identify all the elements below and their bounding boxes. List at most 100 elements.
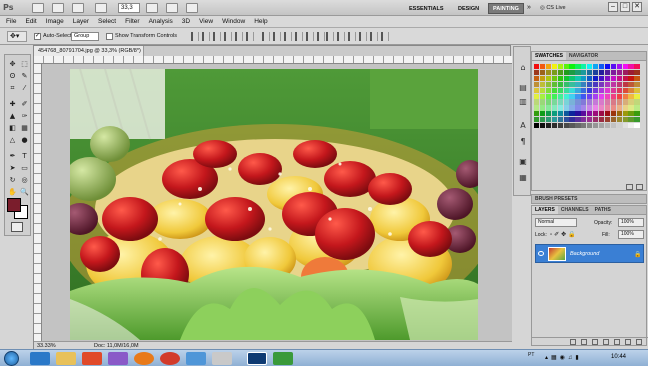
swatch-cell[interactable] <box>622 81 628 87</box>
menu-select[interactable]: Select <box>98 18 116 25</box>
swatch-cell[interactable] <box>569 105 575 111</box>
tab-channels[interactable]: CHANNELS <box>558 206 592 214</box>
swatch-cell[interactable] <box>593 105 599 111</box>
swatch-cell[interactable] <box>622 93 628 99</box>
swatch-cell[interactable] <box>598 93 605 99</box>
3d-rotate-icon[interactable]: ↻ <box>7 175 18 185</box>
swatch-cell[interactable] <box>593 87 599 93</box>
swatch-cell[interactable] <box>616 105 622 111</box>
swatch-cell[interactable] <box>557 123 563 129</box>
align-top-icon[interactable] <box>191 32 199 41</box>
brush-panel-icon[interactable]: ▤ <box>518 83 528 93</box>
new-swatch-icon[interactable] <box>626 184 633 190</box>
brush-presets-label[interactable]: BRUSH PRESETS <box>532 195 646 204</box>
swatch-cell[interactable] <box>557 64 563 70</box>
swatch-cell[interactable] <box>563 81 569 87</box>
tray-icons[interactable]: ▴▦◉♫▮ <box>545 354 582 361</box>
hand-tool-icon[interactable] <box>146 3 158 13</box>
swatch-grid[interactable] <box>534 64 640 162</box>
swatch-cell[interactable] <box>616 64 622 70</box>
swatch-cell[interactable] <box>598 69 605 76</box>
swatch-cell[interactable] <box>557 117 563 123</box>
swatch-cell[interactable] <box>610 93 616 99</box>
taskbar-media-icon[interactable] <box>82 352 102 365</box>
swatch-cell[interactable] <box>622 123 628 129</box>
type-tool-icon[interactable]: T <box>19 151 30 161</box>
swatch-cell[interactable] <box>534 105 540 111</box>
swatch-cell[interactable] <box>634 105 640 111</box>
swatch-cell[interactable] <box>545 81 552 87</box>
swatch-cell[interactable] <box>628 81 634 87</box>
gradient-tool-icon[interactable]: ▦ <box>19 123 30 133</box>
swatch-cell[interactable] <box>534 81 540 87</box>
swatch-cell[interactable] <box>610 64 616 70</box>
start-button[interactable] <box>4 351 19 366</box>
swatch-cell[interactable] <box>581 64 587 70</box>
align-h-buttons[interactable] <box>224 32 254 41</box>
swatch-cell[interactable] <box>628 123 634 129</box>
swatch-cell[interactable] <box>581 93 587 99</box>
swatch-cell[interactable] <box>557 111 563 117</box>
swatch-cell[interactable] <box>604 81 611 87</box>
crop-tool-icon[interactable]: ⌗ <box>7 83 18 93</box>
menu-analysis[interactable]: Analysis <box>149 18 173 25</box>
swatch-cell[interactable] <box>539 105 546 111</box>
swatch-cell[interactable] <box>634 64 640 70</box>
swatch-cell[interactable] <box>545 123 552 129</box>
document-tab[interactable]: 454768_80791704.jpg @ 33,3% (RGB/8*)✕ <box>34 46 144 56</box>
swatch-cell[interactable] <box>622 69 628 76</box>
swatch-cell[interactable] <box>610 87 616 93</box>
swatch-cell[interactable] <box>616 111 622 117</box>
swatch-cell[interactable] <box>593 111 599 117</box>
swatch-cell[interactable] <box>587 87 593 93</box>
swatch-cell[interactable] <box>534 64 540 70</box>
swatch-cell[interactable] <box>545 117 552 123</box>
history-brush-icon[interactable]: ✑ <box>19 111 30 121</box>
taskbar-photoshop-icon[interactable] <box>247 352 267 365</box>
eye-visibility-icon[interactable] <box>538 251 544 256</box>
swatch-cell[interactable] <box>557 87 563 93</box>
swatch-cell[interactable] <box>575 64 581 70</box>
tab-paths[interactable]: PATHS <box>592 206 614 214</box>
align-left-icon[interactable] <box>224 32 232 41</box>
distribute-h-buttons[interactable] <box>326 32 389 41</box>
swatch-cell[interactable] <box>557 69 563 76</box>
hand-tool-icon[interactable]: ✋ <box>7 187 18 197</box>
swatch-cell[interactable] <box>622 64 628 70</box>
dodge-tool-icon[interactable]: ● <box>19 135 30 145</box>
swatch-cell[interactable] <box>593 99 599 105</box>
workspace-design[interactable]: DESIGN <box>453 3 484 14</box>
view-extras-icon[interactable] <box>72 3 84 13</box>
swatch-cell[interactable] <box>551 99 557 105</box>
swatch-cell[interactable] <box>557 99 563 105</box>
swatch-cell[interactable] <box>593 64 599 70</box>
swatch-cell[interactable] <box>628 111 634 117</box>
swatch-cell[interactable] <box>539 87 546 93</box>
swatch-cell[interactable] <box>563 75 569 82</box>
swatch-cell[interactable] <box>545 111 552 117</box>
swatch-cell[interactable] <box>563 93 569 99</box>
tab-layers[interactable]: LAYERS <box>532 206 558 214</box>
swatch-cell[interactable] <box>569 87 575 93</box>
swatch-cell[interactable] <box>610 69 616 76</box>
menu-image[interactable]: Image <box>46 18 64 25</box>
delete-swatch-icon[interactable] <box>636 184 643 190</box>
swatch-cell[interactable] <box>539 81 546 87</box>
swatch-cell[interactable] <box>557 75 563 82</box>
swatch-cell[interactable] <box>634 69 640 76</box>
swatch-cell[interactable] <box>604 64 611 70</box>
lock-icons[interactable]: ▫✐✥🔒 <box>550 231 578 238</box>
swatch-cell[interactable] <box>622 87 628 93</box>
swatch-cell[interactable] <box>569 111 575 117</box>
swatch-cell[interactable] <box>587 93 593 99</box>
swatch-cell[interactable] <box>593 93 599 99</box>
taskbar-chrome-icon[interactable] <box>160 352 180 365</box>
cs-live-button[interactable]: ◎ CS Live <box>540 3 566 14</box>
character-panel-icon[interactable]: A <box>518 121 528 131</box>
horizontal-ruler[interactable] <box>34 56 512 64</box>
swatch-cell[interactable] <box>534 117 540 123</box>
swatch-cell[interactable] <box>563 69 569 76</box>
swatch-cell[interactable] <box>575 105 581 111</box>
swatch-cell[interactable] <box>563 117 569 123</box>
swatch-cell[interactable] <box>610 123 616 129</box>
